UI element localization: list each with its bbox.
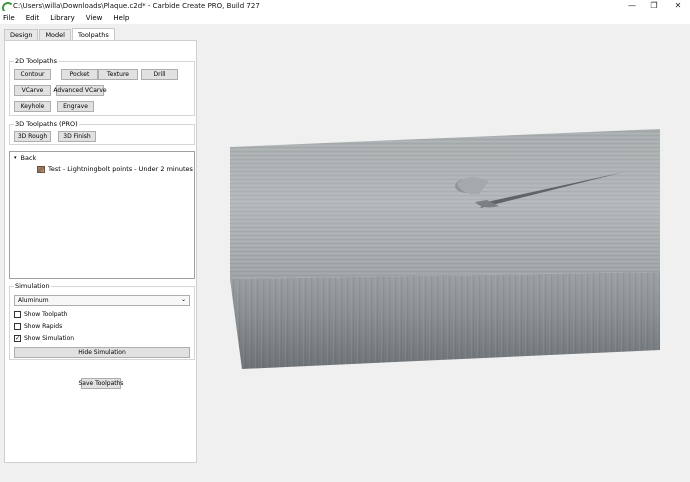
toolpath-icon [37, 165, 45, 173]
close-button[interactable]: ✕ [666, 0, 690, 11]
app-icon [2, 1, 14, 14]
3d-rough-button[interactable]: 3D Rough [14, 131, 51, 142]
material-value: Aluminum [18, 297, 49, 304]
tab-toolpaths[interactable]: Toolpaths [71, 28, 115, 40]
back-label: Back [20, 154, 37, 162]
show-toolpath-label: Show Toolpath [24, 311, 68, 318]
toolpaths-3d-title: 3D Toolpaths (PRO) [14, 120, 79, 128]
show-simulation-label: Show Simulation [24, 335, 75, 342]
menu-view[interactable]: View [86, 14, 103, 22]
tab-model[interactable]: Model [39, 29, 71, 40]
mode-tabs: Design Model Toolpaths [4, 28, 116, 40]
show-rapids-option[interactable]: Show Rapids [14, 323, 62, 330]
chevron-down-icon: ⌄ [180, 296, 186, 303]
toolpath-label: Test - Lightningbolt points - Under 2 mi… [48, 165, 193, 173]
toolpaths-panel: 2D Toolpaths Contour Pocket Texture Dril… [4, 40, 197, 463]
pocket-button[interactable]: Pocket [61, 69, 98, 80]
simulation-title: Simulation [14, 282, 51, 290]
menu-bar: File Edit Library View Help [0, 11, 690, 24]
stock-top-texture [230, 129, 660, 279]
toolpaths-3d-group: 3D Toolpaths (PRO) 3D Rough 3D Finish [9, 120, 195, 145]
material-select[interactable]: Aluminum ⌄ [14, 295, 190, 306]
show-rapids-label: Show Rapids [24, 323, 63, 330]
show-rapids-checkbox[interactable] [14, 323, 21, 330]
stock-preview[interactable] [199, 24, 690, 482]
minimize-button[interactable]: — [620, 0, 644, 11]
toolpath-tree[interactable]: ▾ Back Test - Lightningbolt points - Und… [9, 151, 195, 279]
vcarve-button[interactable]: VCarve [14, 85, 51, 96]
show-toolpath-option[interactable]: Show Toolpath [14, 311, 67, 318]
toolpaths-2d-title: 2D Toolpaths [14, 57, 58, 65]
texture-button[interactable]: Texture [98, 69, 138, 80]
advanced-vcarve-button[interactable]: Advanced VCarve [53, 85, 107, 96]
keyhole-button[interactable]: Keyhole [14, 101, 51, 112]
menu-file[interactable]: File [3, 14, 15, 22]
simulation-group: Simulation Aluminum ⌄ Show Toolpath Show… [9, 282, 195, 360]
3d-finish-button[interactable]: 3D Finish [58, 131, 96, 142]
show-toolpath-checkbox[interactable] [14, 311, 21, 318]
contour-button[interactable]: Contour [14, 69, 51, 80]
menu-edit[interactable]: Edit [26, 14, 40, 22]
maximize-button[interactable]: ❐ [642, 0, 666, 11]
3d-viewport[interactable] [199, 24, 690, 482]
tab-design[interactable]: Design [4, 29, 39, 40]
tree-back-row[interactable]: ▾ Back [14, 154, 36, 162]
stock-front-texture [230, 272, 660, 369]
hide-simulation-button[interactable]: Hide Simulation [14, 347, 190, 358]
toolpaths-2d-group: 2D Toolpaths Contour Pocket Texture Dril… [9, 57, 195, 116]
title-bar: C:\Users\willa\Downloads\Plaque.c2d* - C… [0, 0, 690, 14]
menu-library[interactable]: Library [50, 14, 74, 22]
show-simulation-option[interactable]: ✓ Show Simulation [14, 335, 74, 342]
collapse-icon[interactable]: ▾ [14, 155, 17, 161]
engrave-button[interactable]: Engrave [57, 101, 94, 112]
show-simulation-checkbox[interactable]: ✓ [14, 335, 21, 342]
drill-button[interactable]: Drill [141, 69, 178, 80]
window-title: C:\Users\willa\Downloads\Plaque.c2d* - C… [13, 1, 260, 10]
menu-help[interactable]: Help [113, 14, 129, 22]
toolpath-list-item[interactable]: Test - Lightningbolt points - Under 2 mi… [37, 165, 193, 173]
save-toolpaths-button[interactable]: Save Toolpaths [78, 378, 124, 389]
